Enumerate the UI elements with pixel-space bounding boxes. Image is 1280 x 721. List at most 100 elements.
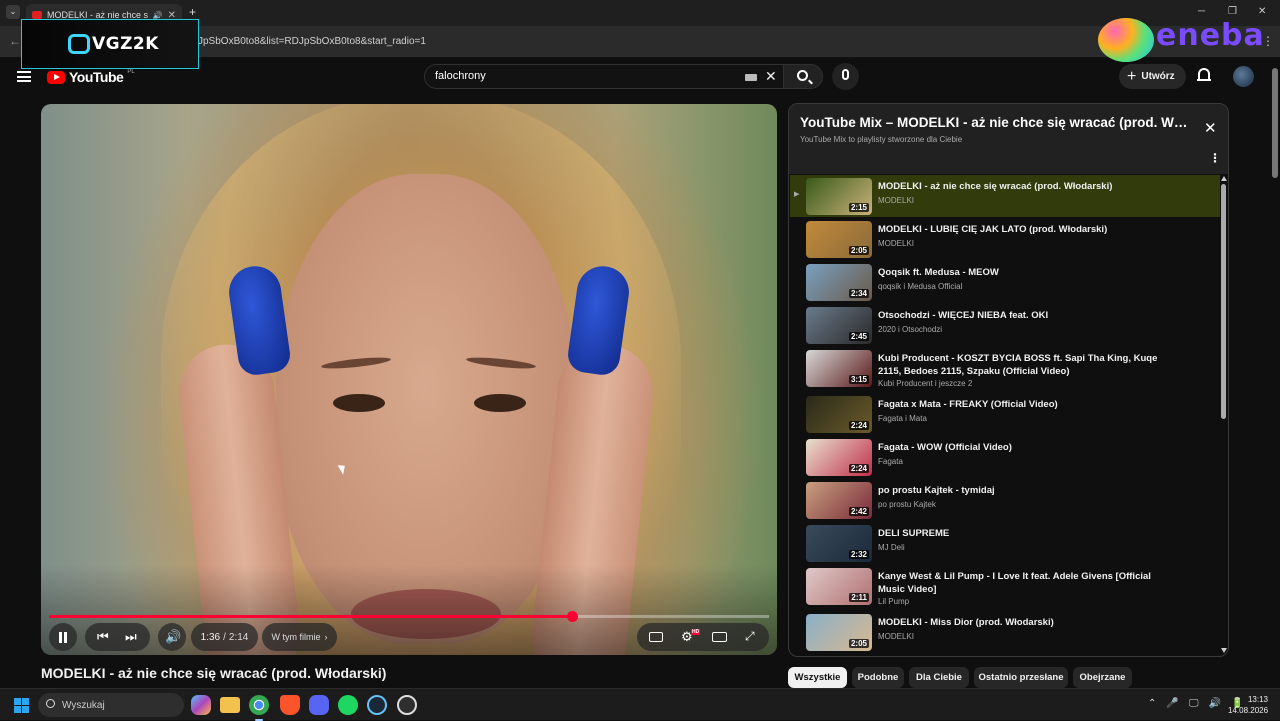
progress-bar[interactable] — [49, 611, 769, 622]
playlist-item[interactable]: 3:15 Kubi Producent - KOSZT BYCIA BOSS ft… — [790, 347, 1220, 393]
video-thumbnail[interactable]: 2:45 — [806, 307, 872, 344]
previous-icon[interactable]: ⏮ — [97, 630, 109, 643]
search-button[interactable] — [783, 64, 823, 89]
chip-for-you[interactable]: Dla Ciebie — [909, 667, 969, 688]
chapters-button[interactable]: W tym filmie › — [262, 623, 337, 651]
fullscreen-icon[interactable]: ⤢ — [745, 630, 755, 642]
playlist-item[interactable]: 2:05 MODELKI - LUBIĘ CIĘ JAK LATO (prod. … — [790, 218, 1220, 260]
notifications-bell-icon[interactable] — [1197, 68, 1211, 83]
scrollbar-thumb[interactable] — [1221, 184, 1226, 419]
pause-button[interactable] — [49, 623, 77, 651]
chip-related[interactable]: Podobne — [852, 667, 904, 688]
brave-icon[interactable] — [280, 695, 300, 715]
video-thumbnail[interactable]: 2:11 — [806, 568, 872, 605]
playlist-item-title[interactable]: DELI SUPREME — [878, 527, 1178, 540]
tray-chevron-icon[interactable]: ⌃ — [1148, 698, 1156, 709]
video-thumbnail[interactable]: 2:42 — [806, 482, 872, 519]
playlist-item[interactable]: 2:24 Fagata - WOW (Official Video) Fagata — [790, 436, 1220, 478]
taskbar-search[interactable]: Wyszukaj — [38, 693, 184, 717]
video-thumbnail[interactable]: 2:15 — [806, 178, 872, 215]
playlist-item-channel: Fagata i Mata — [878, 414, 927, 423]
discord-icon[interactable] — [309, 695, 329, 715]
playlist-item[interactable]: 2:05 MODELKI - Miss Dior (prod. Włodarski… — [790, 611, 1220, 653]
playlist-item[interactable]: 2:24 Fagata x Mata - FREAKY (Official Vid… — [790, 393, 1220, 435]
clear-search-icon[interactable]: ✕ — [765, 68, 777, 85]
create-button[interactable]: + Utwórz — [1119, 64, 1186, 89]
playlist-item-title[interactable]: Qoqsik ft. Medusa - MEOW — [878, 266, 1178, 279]
video-thumbnail[interactable]: 2:05 — [806, 221, 872, 258]
close-playlist-icon[interactable]: ✕ — [1204, 119, 1217, 137]
playlist-item-channel: MJ Deli — [878, 543, 905, 552]
playlist-item-title[interactable]: Otsochodzi - WIĘCEJ NIEBA feat. OKI — [878, 309, 1178, 322]
current-time: 1:36 — [200, 631, 221, 643]
video-thumbnail[interactable]: 2:24 — [806, 396, 872, 433]
clock[interactable]: 13:13 14.08.2026 — [1228, 694, 1268, 716]
back-arrow-icon[interactable]: ← — [9, 34, 21, 48]
playlist-scrollbar[interactable] — [1220, 174, 1228, 654]
duration-badge: 2:24 — [848, 421, 869, 430]
video-player[interactable]: ⏮ ⏭ 🔊 1:36 / 2:14 W tym filmie › ⚙ HD ⤢ — [41, 104, 777, 655]
youtube-logo[interactable]: YouTube PL — [47, 69, 135, 85]
scroll-up-icon[interactable] — [1221, 176, 1227, 181]
avatar[interactable] — [1233, 66, 1254, 87]
video-thumbnail[interactable]: 2:24 — [806, 439, 872, 476]
duration-badge: 2:15 — [848, 203, 869, 212]
network-icon[interactable]: 🖵 — [1189, 698, 1199, 709]
chrome-icon[interactable] — [249, 695, 269, 721]
video-frame-eye — [333, 394, 385, 412]
windows-start-icon[interactable] — [14, 698, 29, 713]
steam-icon[interactable] — [367, 695, 387, 715]
volume-button[interactable]: 🔊 — [158, 623, 186, 651]
playlist-item[interactable]: ▶ 2:15 MODELKI - aż nie chce się wracać (p… — [790, 175, 1220, 217]
playlist-item-channel: MODELKI — [878, 196, 915, 205]
next-icon[interactable]: ⏭ — [125, 630, 137, 643]
chip-all[interactable]: Wszystkie — [788, 667, 847, 688]
chip-recently-uploaded[interactable]: Ostatnio przesłane — [974, 667, 1068, 688]
volume-icon[interactable]: 🔊 — [1208, 698, 1220, 709]
video-thumbnail[interactable]: 2:05 — [806, 614, 872, 651]
microphone-icon[interactable]: 🎤 — [1166, 698, 1178, 709]
now-playing-icon: ▶ — [794, 191, 800, 198]
playlist-item[interactable]: 2:34 Qoqsik ft. Medusa - MEOW qoqsik i Med… — [790, 261, 1220, 303]
youtube-play-icon — [47, 70, 65, 84]
url-field[interactable]: JpSbOxB0to8&list=RDJpSbOxB0to8&start_rad… — [198, 36, 426, 47]
keyboard-icon[interactable] — [745, 74, 757, 81]
video-thumbnail[interactable]: 2:34 — [806, 264, 872, 301]
tab-list-chevron-icon[interactable]: ⌄ — [6, 5, 20, 19]
new-tab-button[interactable]: + — [189, 5, 196, 19]
playlist-item-title[interactable]: po prostu Kajtek - tymidaj — [878, 484, 1178, 497]
playlist-item[interactable]: 2:32 DELI SUPREME MJ Deli — [790, 522, 1220, 564]
playlist-item-channel: MODELKI — [878, 632, 915, 641]
subtitles-icon[interactable] — [649, 632, 663, 642]
chapters-label: W tym filmie — [271, 632, 321, 642]
app-icon[interactable] — [397, 695, 417, 715]
playlist-item[interactable]: 2:42 po prostu Kajtek - tymidaj po prostu … — [790, 479, 1220, 521]
playlist-item[interactable]: 2:11 Kanye West & Lil Pump - I Love It fe… — [790, 565, 1220, 611]
more-options-icon[interactable]: ⋮ — [1209, 151, 1221, 165]
video-thumbnail[interactable]: 2:32 — [806, 525, 872, 562]
playlist-item-title[interactable]: Kubi Producent - KOSZT BYCIA BOSS ft. Sa… — [878, 352, 1178, 378]
voice-search-button[interactable] — [832, 63, 859, 90]
playlist-item-title[interactable]: MODELKI - Miss Dior (prod. Włodarski) — [878, 616, 1178, 629]
playlist-item-title[interactable]: Fagata - WOW (Official Video) — [878, 441, 1178, 454]
copilot-icon[interactable] — [191, 695, 211, 715]
playlist-title[interactable]: YouTube Mix – MODELKI - aż nie chce się … — [800, 115, 1190, 130]
duration-badge: 2:32 — [848, 550, 869, 559]
playlist-item[interactable]: 2:45 Otsochodzi - WIĘCEJ NIEBA feat. OKI 2… — [790, 304, 1220, 346]
hamburger-menu-icon[interactable] — [17, 71, 31, 82]
file-explorer-icon[interactable] — [220, 697, 240, 713]
chip-watched[interactable]: Obejrzane — [1073, 667, 1132, 688]
playlist-item-channel: Lil Pump — [878, 597, 910, 606]
duration-badge: 2:34 — [848, 289, 869, 298]
spotify-icon[interactable] — [338, 695, 358, 715]
playlist-item-title[interactable]: Kanye West & Lil Pump - I Love It feat. … — [878, 570, 1178, 596]
search-input[interactable]: falochrony ✕ — [424, 64, 784, 89]
scroll-down-icon[interactable] — [1221, 648, 1227, 653]
playlist-item-channel: Kubi Producent i jeszcze 2 — [878, 379, 973, 388]
theater-mode-icon[interactable] — [712, 632, 727, 642]
playlist-item-title[interactable]: MODELKI - LUBIĘ CIĘ JAK LATO (prod. Włod… — [878, 223, 1178, 236]
playlist-item-title[interactable]: MODELKI - aż nie chce się wracać (prod. … — [878, 180, 1178, 193]
playlist-item-title[interactable]: Fagata x Mata - FREAKY (Official Video) — [878, 398, 1178, 411]
video-thumbnail[interactable]: 3:15 — [806, 350, 872, 387]
page-scrollbar[interactable] — [1270, 58, 1280, 688]
